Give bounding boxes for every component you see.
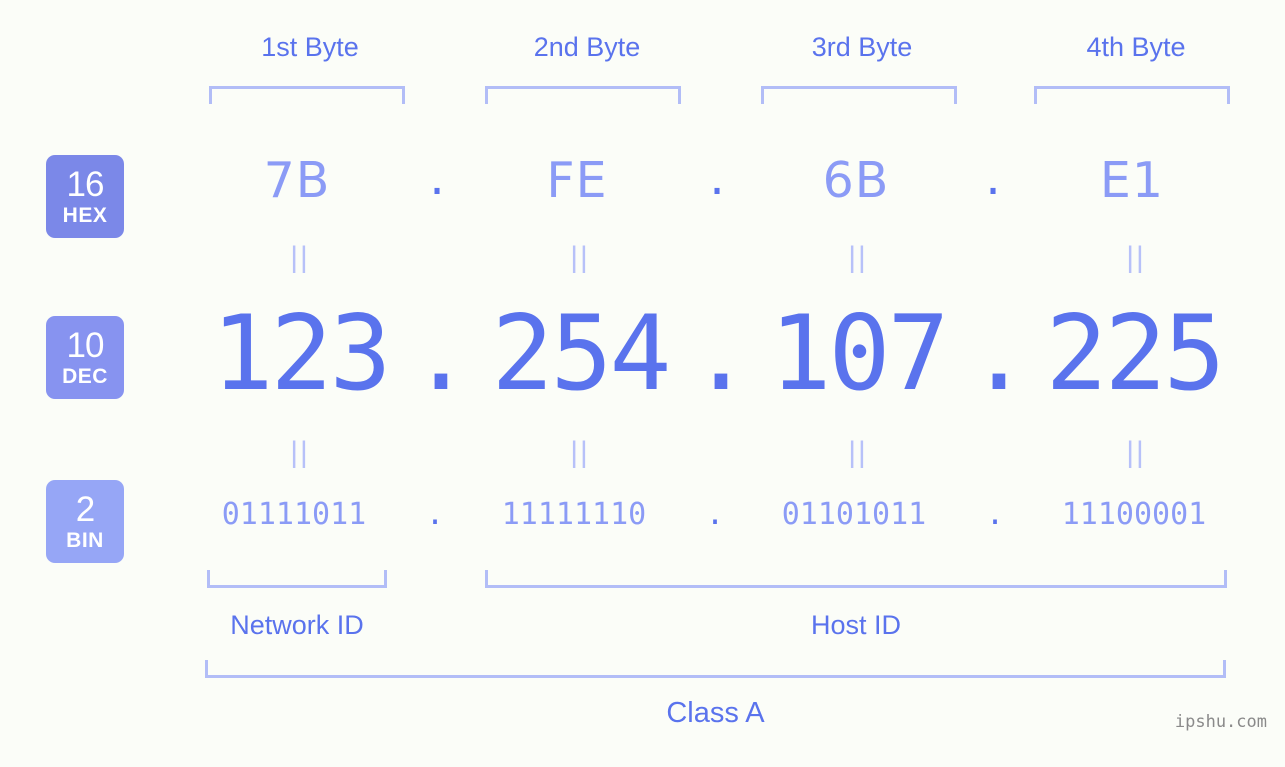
hex-octet-4: E1 (1099, 152, 1165, 209)
watermark: ipshu.com (1174, 712, 1267, 732)
network-id-label: Network ID (230, 610, 364, 640)
byte-header-1: 1st Byte (261, 32, 359, 62)
host-id-label: Host ID (810, 610, 902, 640)
class-label: Class A (666, 697, 765, 729)
byte-bracket-1 (209, 86, 405, 104)
equals-mark-dec-bin-1: || (290, 436, 310, 469)
bin-octet-1: 01111011 (221, 497, 367, 532)
dec-octet-3: 107 (769, 294, 949, 414)
hex-octet-3: 6B (822, 152, 890, 209)
class-bracket (205, 660, 1226, 678)
dec-octet-4: 225 (1045, 294, 1225, 414)
byte-header-2: 2nd Byte (533, 32, 641, 62)
equals-mark-dec-bin-2: || (570, 436, 590, 469)
hex-separator-3: . (985, 149, 1001, 206)
equals-mark-hex-dec-3: || (848, 241, 868, 274)
equals-mark-hex-dec-1: || (290, 241, 310, 274)
base-badge-bin-number: 2 (75, 490, 95, 529)
bin-separator-2: . (705, 497, 725, 532)
dec-separator-3: . (968, 294, 1031, 414)
host-id-bracket (485, 570, 1227, 588)
bin-separator-3: . (985, 497, 1005, 532)
hex-octet-1: 7B (263, 152, 331, 209)
base-badge-dec-number: 10 (66, 326, 105, 365)
dec-octet-2: 254 (491, 294, 671, 414)
ip-address-diagram: 1st Byte 2nd Byte 3rd Byte 4th Byte 16 H… (0, 0, 1285, 767)
base-badge-bin-name: BIN (66, 529, 104, 552)
base-badge-hex-number: 16 (66, 165, 105, 204)
base-badge-dec-name: DEC (62, 365, 108, 388)
dec-octet-1: 123 (211, 294, 391, 414)
equals-mark-hex-dec-4: || (1126, 241, 1146, 274)
base-badge-bin: 2 BIN (46, 480, 124, 563)
equals-mark-dec-bin-4: || (1126, 436, 1146, 469)
byte-header-3: 3rd Byte (811, 32, 913, 62)
equals-mark-hex-dec-2: || (570, 241, 590, 274)
base-badge-hex-name: HEX (62, 204, 108, 227)
hex-octet-2: FE (546, 152, 608, 209)
bin-octet-3: 01101011 (781, 497, 927, 532)
byte-header-4: 4th Byte (1086, 32, 1186, 62)
equals-mark-dec-bin-3: || (848, 436, 868, 469)
base-badge-dec: 10 DEC (46, 316, 124, 399)
network-id-bracket (207, 570, 387, 588)
byte-bracket-3 (761, 86, 957, 104)
byte-bracket-2 (485, 86, 681, 104)
byte-bracket-4 (1034, 86, 1230, 104)
dec-separator-2: . (690, 294, 753, 414)
base-badge-hex: 16 HEX (46, 155, 124, 238)
bin-octet-4: 11100001 (1061, 497, 1207, 532)
bin-octet-2: 11111110 (501, 497, 647, 532)
hex-separator-1: . (429, 149, 445, 206)
hex-separator-2: . (709, 149, 725, 206)
dec-separator-1: . (410, 294, 473, 414)
bin-separator-1: . (425, 497, 445, 532)
